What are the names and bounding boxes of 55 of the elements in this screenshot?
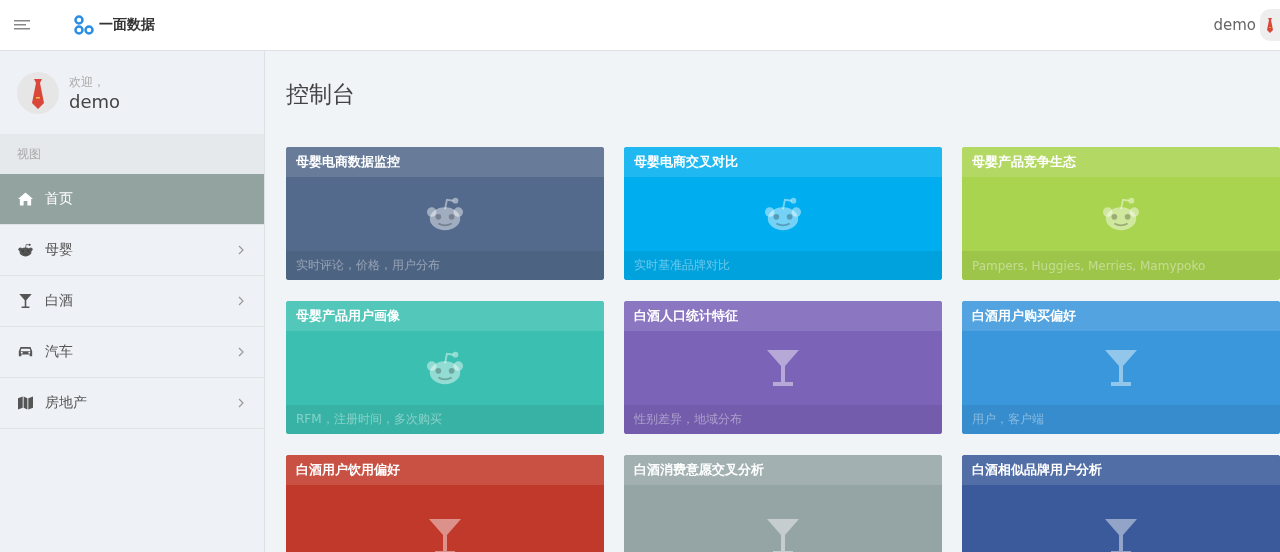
nav-item[interactable]: 白酒 — [0, 276, 264, 327]
dashboard-card[interactable]: 白酒消费意愿交叉分析 — [624, 455, 942, 552]
card-title: 白酒用户购买偏好 — [972, 307, 1076, 325]
car-icon — [18, 345, 33, 359]
dashboard-card[interactable]: 白酒相似品牌用户分析 — [962, 455, 1280, 552]
card-caption: 性别差异，地域分布 — [634, 411, 742, 428]
card-title: 白酒用户饮用偏好 — [296, 461, 400, 479]
card-title: 母婴电商数据监控 — [296, 153, 400, 171]
alien-head-icon — [18, 243, 33, 257]
cocktail-glass-icon — [764, 518, 802, 552]
dashboard-card[interactable]: 白酒用户购买偏好 用户，客户端 — [962, 301, 1280, 434]
brand-name: 一面数据 — [99, 16, 155, 34]
card-title: 母婴电商交叉对比 — [634, 153, 738, 171]
cocktail-glass-icon — [18, 294, 33, 308]
card-title: 白酒相似品牌用户分析 — [972, 461, 1102, 479]
nav-item[interactable]: 房地产 — [0, 378, 264, 429]
card-title: 白酒消费意愿交叉分析 — [634, 461, 764, 479]
cocktail-glass-icon — [1102, 518, 1140, 552]
card-title: 白酒人口统计特征 — [634, 307, 738, 325]
dashboard-card[interactable]: 白酒用户饮用偏好 — [286, 455, 604, 552]
nav-item[interactable]: 汽车 — [0, 327, 264, 378]
dashboard-card[interactable]: 母婴电商交叉对比 实时基准品牌对比 — [624, 147, 942, 280]
map-icon — [18, 396, 33, 410]
chevron-icon — [238, 347, 244, 357]
card-title: 母婴产品竞争生态 — [972, 153, 1076, 171]
alien-head-icon — [426, 350, 464, 386]
nav-item[interactable]: 母婴 — [0, 225, 264, 276]
user-name[interactable]: demo — [1213, 16, 1256, 34]
alien-head-icon — [426, 196, 464, 232]
card-caption: 实时基准品牌对比 — [634, 257, 730, 274]
chevron-icon — [238, 245, 244, 255]
avatar-icon — [17, 71, 59, 114]
page-title: 控制台 — [286, 80, 356, 109]
card-caption: Pampers, Huggies, Merries, Mamypoko — [972, 258, 1206, 273]
chevron-icon — [238, 398, 244, 408]
alien-head-icon — [764, 196, 802, 232]
dashboard-card[interactable]: 白酒人口统计特征 性别差异，地域分布 — [624, 301, 942, 434]
home-icon — [18, 192, 33, 206]
user-name: demo — [69, 90, 121, 112]
avatar-icon — [1260, 9, 1280, 41]
cocktail-glass-icon — [764, 350, 802, 386]
card-caption: RFM，注册时间，多次购买 — [296, 411, 442, 428]
card-caption: 用户，客户端 — [972, 411, 1044, 428]
card-caption: 实时评论，价格，用户分布 — [296, 257, 440, 274]
cocktail-glass-icon — [1102, 350, 1140, 386]
cocktail-glass-icon — [426, 518, 464, 552]
card-title: 母婴产品用户画像 — [296, 307, 400, 325]
chevron-icon — [238, 296, 244, 306]
nav-item[interactable]: 首页 — [0, 174, 264, 225]
dashboard-card[interactable]: 母婴电商数据监控 实时评论，价格，用户分布 — [286, 147, 604, 280]
section-header: 视图 — [0, 134, 264, 174]
menu-icon[interactable] — [14, 20, 30, 30]
logo-icon — [74, 15, 94, 35]
greeting-text: 欢迎， — [69, 73, 106, 91]
alien-head-icon — [1102, 196, 1140, 232]
